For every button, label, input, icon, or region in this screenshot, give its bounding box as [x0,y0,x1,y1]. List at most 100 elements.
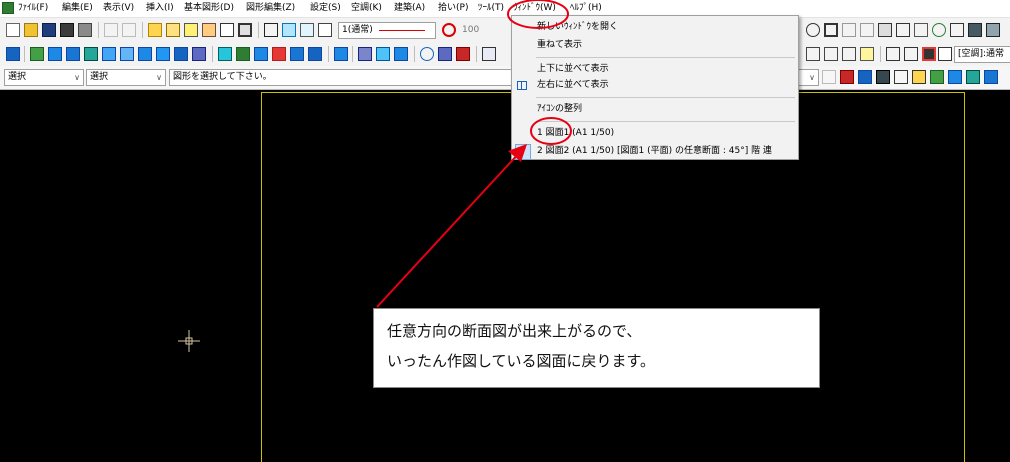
menu-tile-vertical[interactable]: 左右に並べて表示 [537,78,609,92]
column-icon[interactable] [842,47,856,61]
list-icon[interactable] [318,23,332,37]
menu-tools[interactable]: ﾂｰﾙ(T) [478,2,504,15]
branch-icon[interactable] [48,47,62,61]
search-person-icon[interactable] [860,47,874,61]
layer-combo-value: 1(通常) [342,25,373,35]
target-icon[interactable] [420,47,434,61]
brush-icon[interactable] [202,23,216,37]
dimension-line-icon[interactable] [806,47,820,61]
app-icon[interactable] [2,2,14,14]
separator [212,46,213,62]
drawing-icon[interactable] [148,23,162,37]
menu-arrange-icons[interactable]: ｱｲｺﾝの整列 [537,102,582,116]
menu-window[interactable]: ｳｨﾝﾄﾞｳ(W) [513,2,556,15]
duct-icon[interactable] [6,47,20,61]
microphone-icon[interactable] [822,70,836,84]
menu-architecture[interactable]: 建築(A) [394,2,425,15]
chart-icon[interactable] [166,23,180,37]
fitting-icon[interactable] [30,47,44,61]
menu-file[interactable]: ﾌｧｲﾙ(F) [18,2,48,15]
join-icon[interactable] [948,70,962,84]
reducer-icon[interactable] [84,47,98,61]
square-icon[interactable] [824,23,838,37]
label-icon[interactable] [376,47,390,61]
layer-stack-icon[interactable] [912,70,926,84]
select-mode-combo-2[interactable]: 選択 ∨ [86,69,166,86]
menu-settings[interactable]: 設定(S) [310,2,341,15]
layer-name-combo[interactable]: [空調]:通常 [954,46,1010,63]
frame-icon[interactable] [220,23,234,37]
person-icon[interactable] [930,70,944,84]
menu-edit[interactable]: 編集(E) [62,2,93,15]
menu-cascade[interactable]: 重ねて表示 [537,38,582,52]
dimension-icon[interactable] [184,23,198,37]
redo-icon[interactable] [122,23,136,37]
menu-window-1[interactable]: 1 図面1 (A1 1/50) [537,126,614,140]
route-icon[interactable] [950,23,964,37]
split-icon[interactable] [966,70,980,84]
menu-view[interactable]: 表示(V) [103,2,134,15]
undo-icon[interactable] [104,23,118,37]
leader-icon[interactable] [824,47,838,61]
layer-color-icon[interactable] [922,47,936,61]
open-folder-icon[interactable] [24,23,38,37]
text-icon[interactable] [482,47,496,61]
fire-damper-icon[interactable] [272,47,286,61]
stack-icon[interactable] [886,47,900,61]
menu-new-window[interactable]: 新しいｳｨﾝﾄﾞｳを開く [537,20,618,34]
new-file-icon[interactable] [6,23,20,37]
connect-icon[interactable] [174,47,188,61]
menu-basic-shapes[interactable]: 基本図形(D) [184,2,234,15]
print-icon[interactable] [78,23,92,37]
grid-icon[interactable] [878,23,892,37]
zoom-window-icon[interactable] [238,23,252,37]
sprinkler-icon[interactable] [914,23,928,37]
shape-icon[interactable] [968,23,982,37]
tee-icon[interactable] [120,47,134,61]
no-entry-icon[interactable] [442,23,456,37]
vent-icon[interactable] [254,47,268,61]
bracket-icon[interactable] [334,47,348,61]
pattern-icon[interactable] [896,23,910,37]
layer-box-icon[interactable] [938,47,952,61]
elbow-icon[interactable] [102,47,116,61]
step-icon[interactable] [156,47,170,61]
menu-tile-horizontal[interactable]: 上下に並べて表示 [537,62,609,76]
menu-hvac[interactable]: 空調(K) [351,2,382,15]
valve-icon[interactable] [218,47,232,61]
network-icon[interactable] [858,70,872,84]
menu-help[interactable]: ﾍﾙﾌﾟ(H) [570,2,602,15]
layer-props-icon[interactable] [300,23,314,37]
size-icon[interactable] [394,47,408,61]
window-icon[interactable] [904,47,918,61]
clock-icon[interactable] [806,23,820,37]
fitting-tool-icon[interactable] [984,70,998,84]
unit-icon[interactable] [308,47,322,61]
line-tool-icon[interactable] [842,23,856,37]
insulation-icon[interactable] [358,47,372,61]
select-mode-combo-1[interactable]: 選択 ∨ [4,69,84,86]
offset-icon[interactable] [138,47,152,61]
tag-icon[interactable] [840,70,854,84]
panel-icon[interactable] [264,23,278,37]
pipe-cross-icon[interactable] [876,70,890,84]
damper-icon[interactable] [236,47,250,61]
save-icon[interactable] [42,23,56,37]
link-icon[interactable] [932,23,946,37]
menu-takeoff[interactable]: 拾い(P) [438,2,468,15]
box-duct-icon[interactable] [66,47,80,61]
annotation-callout: 任意方向の断面図が出来上がるので、 いったん作図している図面に戻ります。 [373,308,820,388]
menu-insert[interactable]: 挿入(I) [146,2,174,15]
crosshair-tool-icon[interactable] [894,70,908,84]
erase-icon[interactable] [456,47,470,61]
menu-window-2[interactable]: 2 図面2 (A1 1/50) [図面1 (平面) の任意断面 : 45°] 階… [537,144,772,158]
snap-icon[interactable] [282,23,296,37]
triangle-icon[interactable] [986,23,1000,37]
menu-shape-edit[interactable]: 図形編集(Z) [246,2,295,15]
route-search-icon[interactable] [438,47,452,61]
transition-icon[interactable] [192,47,206,61]
layer-combo[interactable]: 1(通常) [338,22,436,39]
diffuser-icon[interactable] [290,47,304,61]
print-preview-icon[interactable] [60,23,74,37]
hatch-icon[interactable] [860,23,874,37]
